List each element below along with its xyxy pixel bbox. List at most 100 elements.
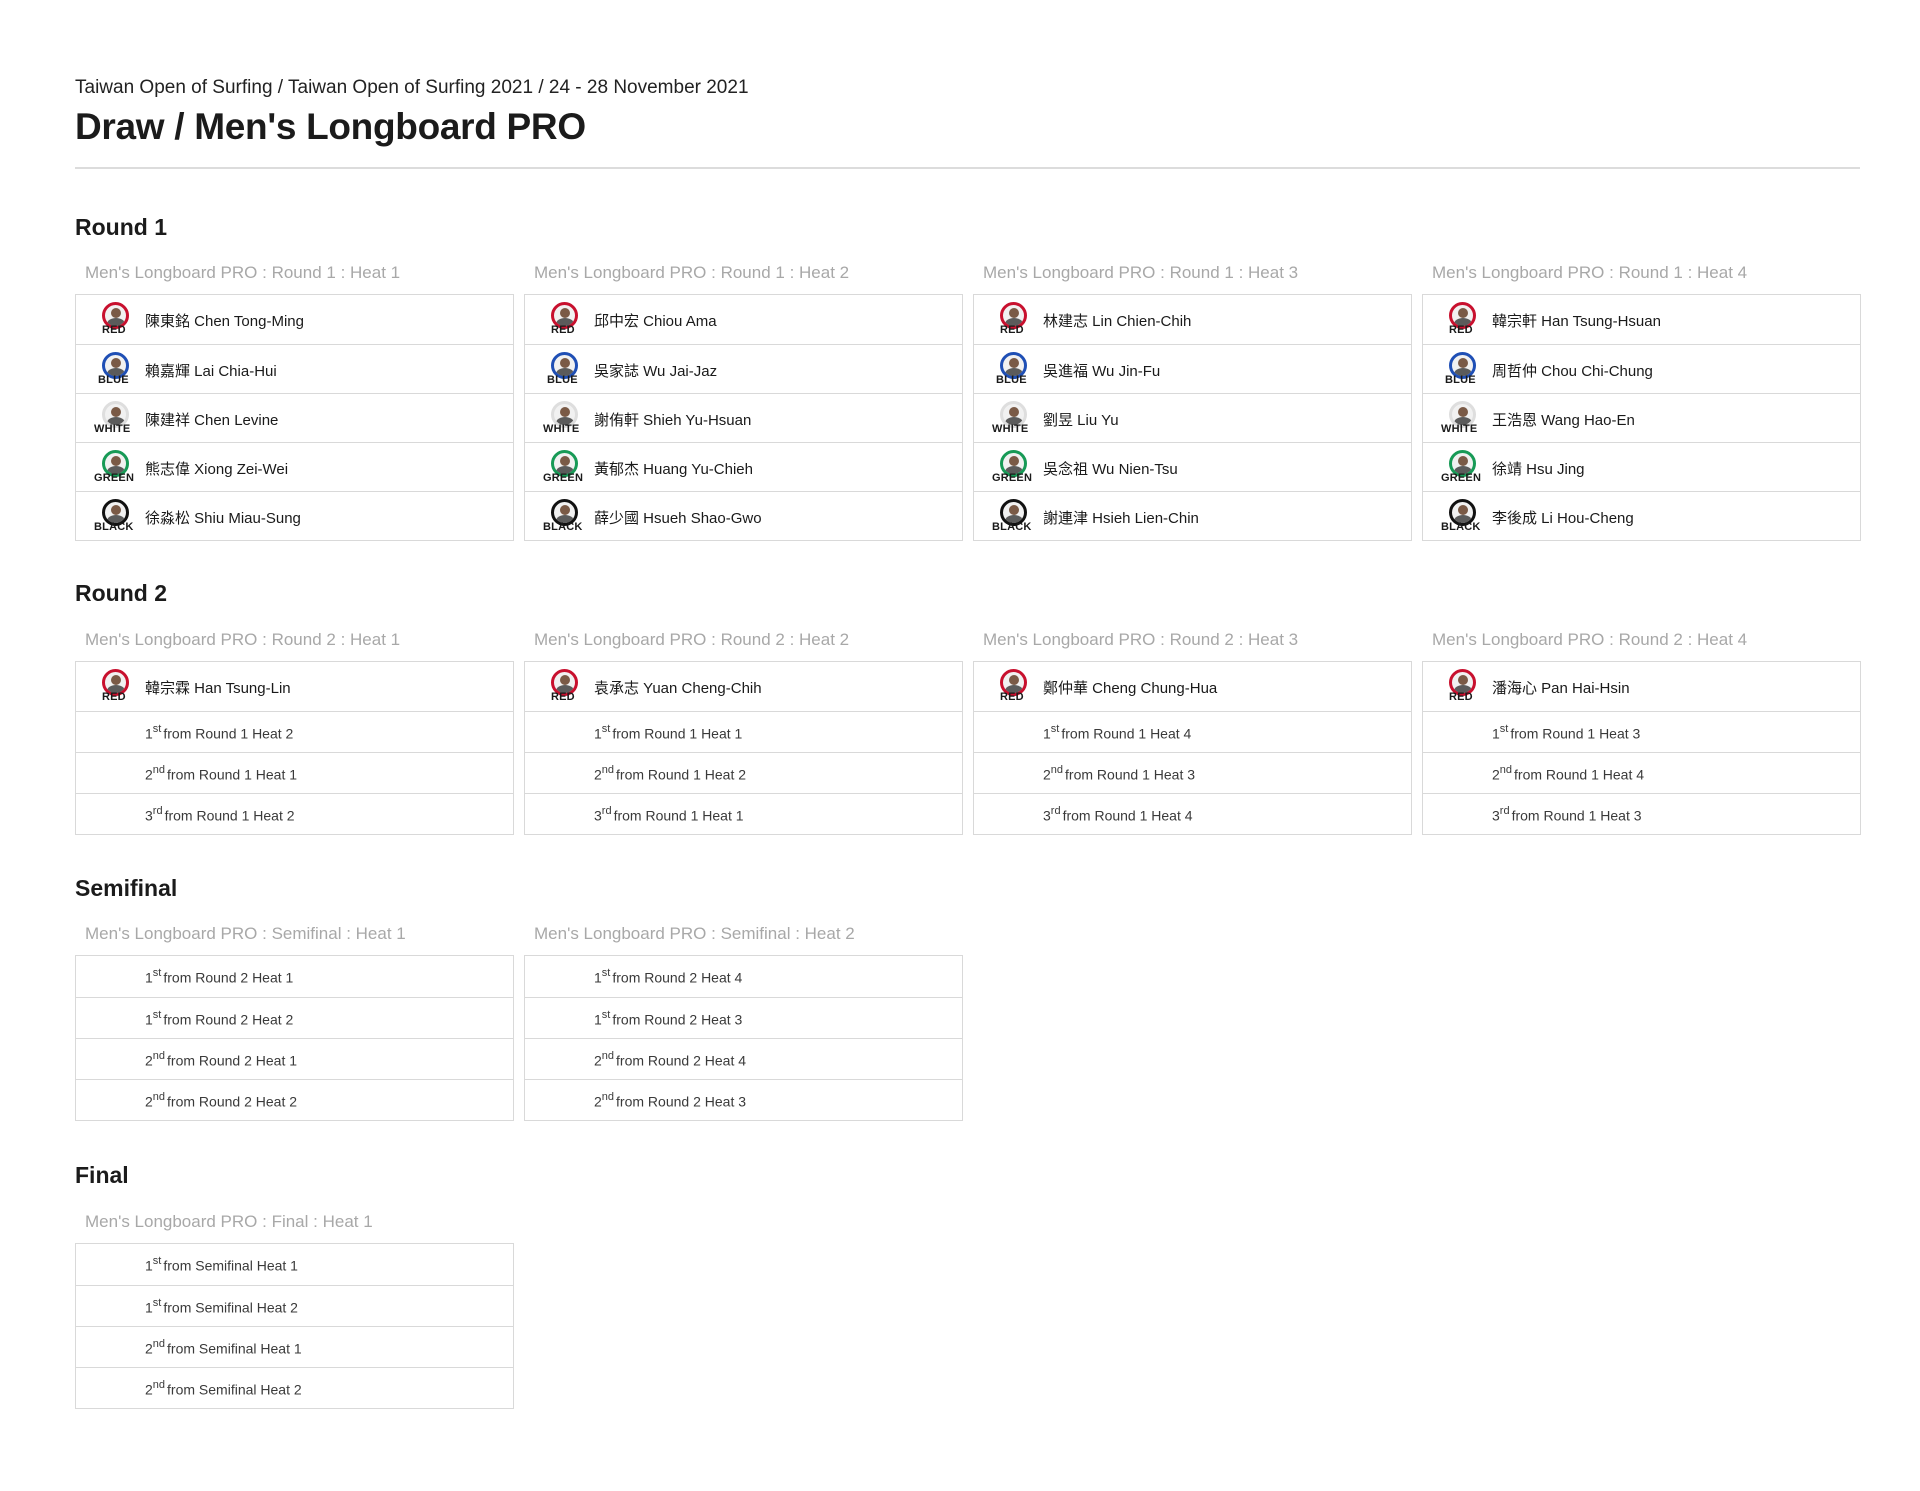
surfer-row[interactable]: BLACK 謝連津 Hsieh Lien-Chin [974, 491, 1411, 540]
advancement-slot-text: 2nd from Round 1 Heat 3 [1043, 764, 1196, 783]
advancement-slot-text: 2nd from Round 1 Heat 1 [145, 764, 297, 783]
surfer-name: 吳念祖 Wu Nien-Tsu [1043, 461, 1178, 478]
jersey-color-label: WHITE [543, 423, 580, 435]
surfer-row[interactable]: RED 韓宗霖 Han Tsung-Lin [76, 662, 513, 711]
slot-place: 3 [594, 807, 602, 824]
surfer-name: 賴嘉輝 Lai Chia-Hui [145, 363, 277, 380]
heat-label[interactable]: Men's Longboard PRO : Round 1 : Heat 4 [1432, 263, 1747, 283]
heat-label[interactable]: Men's Longboard PRO : Semifinal : Heat 2 [534, 924, 855, 944]
avatar-head [560, 675, 570, 685]
surfer-row[interactable]: RED 韓宗軒 Han Tsung-Hsuan [1423, 295, 1860, 344]
jersey-color-label: RED [1449, 324, 1473, 336]
advancement-slot-text: 1st from Round 1 Heat 4 [1043, 723, 1191, 742]
heat-table: RED 林建志 Lin Chien-Chih BLUE 吳進福 Wu Jin-Fu WH… [973, 294, 1412, 541]
advancement-slot-row: 1st from Round 2 Heat 2 [76, 997, 513, 1038]
surfer-name: 吳家誌 Wu Jai-Jaz [594, 363, 718, 380]
round-title: Semifinal [75, 875, 178, 901]
jersey-color-label: BLUE [547, 374, 578, 386]
avatar-head [1009, 675, 1019, 685]
heat-label[interactable]: Men's Longboard PRO : Round 2 : Heat 3 [983, 630, 1298, 650]
avatar-head [111, 675, 121, 685]
surfer-row[interactable]: WHITE 劉昱 Liu Yu [974, 393, 1411, 442]
advancement-slot-text: 2nd from Round 1 Heat 2 [594, 764, 746, 783]
heat-label[interactable]: Men's Longboard PRO : Final : Heat 1 [85, 1212, 373, 1232]
surfer-row[interactable]: RED 陳東銘 Chen Tong-Ming [76, 295, 513, 344]
surfer-name: 邱中宏 Chiou Ama [594, 313, 717, 330]
slot-source: from Round 2 Heat 3 [612, 1011, 743, 1028]
advancement-slot-row: 3rd from Round 1 Heat 4 [974, 793, 1411, 834]
slot-source: from Round 1 Heat 4 [1062, 807, 1193, 824]
slot-place-suffix: rd [1499, 805, 1510, 817]
slot-source: from Semifinal Heat 2 [167, 1381, 302, 1398]
jersey-color-label: RED [1000, 691, 1024, 703]
avatar-head [1458, 456, 1468, 466]
advancement-slot-text: 1st from Round 1 Heat 3 [1492, 723, 1640, 742]
surfer-row[interactable]: RED 林建志 Lin Chien-Chih [974, 295, 1411, 344]
surfer-row[interactable]: GREEN 吳念祖 Wu Nien-Tsu [974, 442, 1411, 491]
surfer-row[interactable]: WHITE 陳建祥 Chen Levine [76, 393, 513, 442]
jersey-color-label: GREEN [1441, 472, 1482, 484]
avatar-head [111, 407, 121, 417]
advancement-slot-row: 3rd from Round 1 Heat 3 [1423, 793, 1860, 834]
jersey-color-label: RED [1000, 324, 1024, 336]
surfer-row[interactable]: RED 邱中宏 Chiou Ama [525, 295, 962, 344]
surfer-row[interactable]: GREEN 熊志偉 Xiong Zei-Wei [76, 442, 513, 491]
advancement-slot-text: 1st from Round 2 Heat 4 [594, 967, 743, 986]
draw-page: Taiwan Open of Surfing / Taiwan Open of … [0, 0, 1920, 1491]
avatar-head [111, 456, 121, 466]
surfer-row[interactable]: RED 袁承志 Yuan Cheng-Chih [525, 662, 962, 711]
avatar-head [111, 308, 121, 318]
advancement-slot-row: 2nd from Round 2 Heat 1 [76, 1038, 513, 1079]
slot-place: 2 [594, 1093, 602, 1110]
surfer-row[interactable]: WHITE 謝侑軒 Shieh Yu-Hsuan [525, 393, 962, 442]
heat-label[interactable]: Men's Longboard PRO : Round 2 : Heat 2 [534, 630, 849, 650]
heat-label[interactable]: Men's Longboard PRO : Semifinal : Heat 1 [85, 924, 406, 944]
slot-source: from Round 2 Heat 4 [612, 969, 743, 986]
slot-source: from Round 2 Heat 3 [616, 1093, 747, 1110]
surfer-name: 李後成 Li Hou-Cheng [1492, 510, 1634, 527]
heat-label[interactable]: Men's Longboard PRO : Round 2 : Heat 4 [1432, 630, 1747, 650]
surfer-row[interactable]: BLACK 李後成 Li Hou-Cheng [1423, 491, 1860, 540]
heat-label[interactable]: Men's Longboard PRO : Round 1 : Heat 3 [983, 263, 1298, 283]
slot-place: 1 [145, 725, 153, 742]
heat-label[interactable]: Men's Longboard PRO : Round 1 : Heat 1 [85, 263, 400, 283]
surfer-name: 陳東銘 Chen Tong-Ming [145, 313, 304, 330]
jersey-color-label: GREEN [543, 472, 584, 484]
heat-label[interactable]: Men's Longboard PRO : Round 2 : Heat 1 [85, 630, 400, 650]
surfer-row[interactable]: BLACK 薛少國 Hsueh Shao-Gwo [525, 491, 962, 540]
surfer-row[interactable]: BLUE 吳進福 Wu Jin-Fu [974, 344, 1411, 393]
jersey-color-label: WHITE [1441, 423, 1478, 435]
heat-table: 1st from Round 2 Heat 4 1st from Round 2 He… [524, 955, 963, 1121]
surfer-name: 徐淼松 Shiu Miau-Sung [145, 510, 301, 527]
jersey-color-label: BLACK [543, 521, 583, 533]
advancement-slot-row: 1st from Semifinal Heat 1 [76, 1244, 513, 1285]
surfer-name: 劉昱 Liu Yu [1043, 412, 1119, 429]
avatar-head [1009, 407, 1019, 417]
avatar-head [1458, 407, 1468, 417]
surfer-name: 王浩恩 Wang Hao-En [1492, 412, 1635, 429]
slot-source: from Round 1 Heat 3 [1065, 766, 1196, 783]
surfer-row[interactable]: GREEN 黃郁杰 Huang Yu-Chieh [525, 442, 962, 491]
surfer-row[interactable]: BLACK 徐淼松 Shiu Miau-Sung [76, 491, 513, 540]
surfer-row[interactable]: BLUE 吳家誌 Wu Jai-Jaz [525, 344, 962, 393]
advancement-slot-row: 3rd from Round 1 Heat 2 [76, 793, 513, 834]
avatar-head [1458, 358, 1468, 368]
surfer-row[interactable]: BLUE 賴嘉輝 Lai Chia-Hui [76, 344, 513, 393]
slot-place-suffix: st [601, 967, 611, 979]
heat-label[interactable]: Men's Longboard PRO : Round 1 : Heat 2 [534, 263, 849, 283]
surfer-row[interactable]: RED 潘海心 Pan Hai-Hsin [1423, 662, 1860, 711]
advancement-slot-row: 3rd from Round 1 Heat 1 [525, 793, 962, 834]
slot-place-suffix: nd [152, 1338, 166, 1350]
surfer-row[interactable]: RED 鄭仲華 Cheng Chung-Hua [974, 662, 1411, 711]
slot-source: from Round 1 Heat 4 [1514, 766, 1645, 783]
slot-place-suffix: st [152, 1297, 162, 1309]
surfer-row[interactable]: GREEN 徐靖 Hsu Jing [1423, 442, 1860, 491]
heat-table: RED 邱中宏 Chiou Ama BLUE 吳家誌 Wu Jai-Jaz WHITE 謝… [524, 294, 963, 541]
jersey-color-label: BLUE [98, 374, 129, 386]
surfer-row[interactable]: BLUE 周哲仲 Chou Chi-Chung [1423, 344, 1860, 393]
breadcrumb[interactable]: Taiwan Open of Surfing / Taiwan Open of … [75, 77, 749, 99]
advancement-slot-text: 3rd from Round 1 Heat 4 [1043, 805, 1193, 824]
slot-source: from Round 1 Heat 2 [164, 807, 295, 824]
surfer-row[interactable]: WHITE 王浩恩 Wang Hao-En [1423, 393, 1860, 442]
heat-table: RED 袁承志 Yuan Cheng-Chih 1st from Round 1 He… [524, 661, 963, 835]
